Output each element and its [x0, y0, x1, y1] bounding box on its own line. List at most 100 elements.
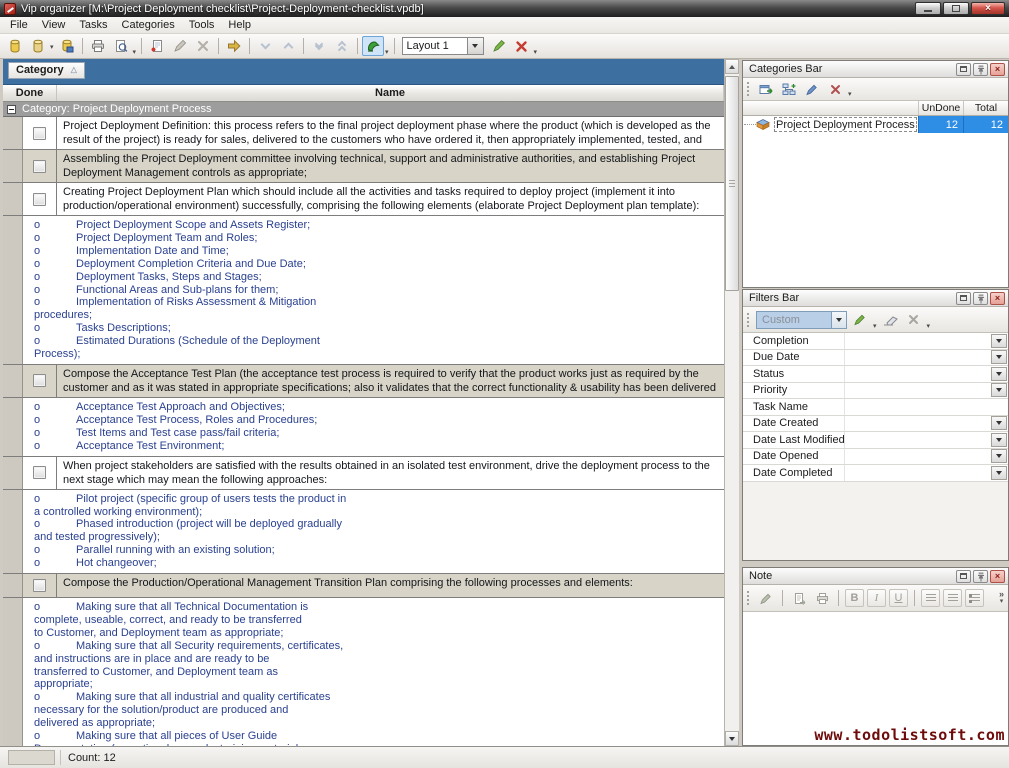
toolbar-grip[interactable] [747, 591, 749, 605]
move-to-top-button[interactable] [331, 36, 353, 56]
task-checkbox[interactable] [33, 466, 46, 479]
highlighter-button[interactable] [362, 36, 384, 56]
task-row[interactable]: When project stakeholders are satisfied … [3, 457, 724, 490]
filter-value[interactable] [845, 383, 991, 399]
categories-total-header[interactable]: Total [963, 101, 1008, 115]
panel-close-button[interactable]: × [990, 292, 1005, 305]
save-database-button[interactable] [56, 36, 78, 56]
filter-dropdown-button[interactable] [991, 416, 1007, 430]
add-category-button[interactable] [756, 80, 776, 98]
add-subcategory-button[interactable] [779, 80, 799, 98]
collapse-group-icon[interactable] [7, 105, 16, 114]
align-left-button[interactable] [921, 589, 940, 607]
move-up-button[interactable] [277, 36, 299, 56]
filter-value[interactable] [845, 449, 991, 465]
filter-value[interactable] [845, 350, 991, 366]
clear-filter-button[interactable] [881, 311, 901, 329]
delete-task-button[interactable] [192, 36, 214, 56]
menu-item-tasks[interactable]: Tasks [72, 18, 114, 33]
scroll-down-button[interactable] [725, 731, 739, 746]
edit-task-button[interactable] [169, 36, 191, 56]
menu-item-tools[interactable]: Tools [182, 18, 222, 33]
delete-category-button[interactable] [825, 80, 845, 98]
task-row[interactable]: Compose the Production/Operational Manag… [3, 574, 724, 598]
layout-combobox[interactable]: Layout 1 [402, 37, 484, 55]
menu-item-categories[interactable]: Categories [115, 18, 182, 33]
menu-item-help[interactable]: Help [221, 18, 258, 33]
apply-filter-dropdown[interactable]: ▾ [873, 322, 877, 330]
underline-button[interactable]: U [889, 589, 908, 607]
filter-preset-value[interactable]: Custom [756, 311, 832, 329]
task-checkbox[interactable] [33, 127, 46, 140]
toolbar-overflow[interactable]: ▾ [534, 48, 538, 56]
filter-dropdown-button[interactable] [991, 334, 1007, 348]
layout-combobox-dropdown[interactable] [468, 37, 484, 55]
task-row[interactable]: Project Deployment Definition: this proc… [3, 117, 724, 150]
layout-combobox-value[interactable]: Layout 1 [402, 37, 468, 55]
close-button[interactable]: × [971, 2, 1005, 15]
menu-item-view[interactable]: View [35, 18, 73, 33]
vertical-scrollbar[interactable] [724, 59, 739, 746]
task-row-bullets[interactable]: oProject Deployment Scope and Assets Reg… [3, 216, 724, 365]
filter-dropdown-button[interactable] [991, 367, 1007, 381]
column-header-done[interactable]: Done [3, 85, 57, 101]
note-editor-area[interactable]: www.todolistsoft.com [743, 612, 1008, 745]
panel-close-button[interactable]: × [990, 63, 1005, 76]
filter-preset-combobox[interactable]: Custom [756, 311, 847, 329]
note-toolbar-overflow[interactable]: »▾ [999, 591, 1004, 605]
task-row-bullets[interactable]: oMaking sure that all Technical Document… [3, 598, 724, 746]
filter-dropdown-button[interactable] [991, 466, 1007, 480]
apply-filter-button[interactable] [850, 311, 870, 329]
edit-note-button[interactable] [756, 589, 776, 607]
toolbar-grip[interactable] [747, 313, 749, 327]
maximize-button[interactable] [943, 2, 969, 15]
filter-dropdown-button[interactable] [991, 350, 1007, 364]
panel-close-button[interactable]: × [990, 570, 1005, 583]
panel-pin-button[interactable] [973, 570, 988, 583]
move-to-bottom-button[interactable] [308, 36, 330, 56]
filter-value[interactable] [845, 465, 991, 481]
panel-restore-button[interactable] [956, 292, 971, 305]
column-header-name[interactable]: Name [57, 85, 724, 101]
filter-dropdown-button[interactable] [991, 449, 1007, 463]
panel-restore-button[interactable] [956, 63, 971, 76]
category-tree-row[interactable]: Project Deployment Process 12 12 [743, 116, 1008, 133]
filter-value[interactable] [845, 399, 1008, 415]
task-checkbox[interactable] [33, 374, 46, 387]
new-task-button[interactable] [146, 36, 168, 56]
toolbar-grip[interactable] [747, 82, 749, 96]
filter-value[interactable] [845, 416, 991, 432]
filter-preset-dropdown[interactable] [832, 311, 847, 329]
filter-value[interactable] [845, 333, 991, 349]
task-checkbox[interactable] [33, 193, 46, 206]
group-by-category-button[interactable]: Category △ [8, 62, 85, 79]
filter-dropdown-button[interactable] [991, 433, 1007, 447]
task-row-bullets[interactable]: oPilot project (specific group of users … [3, 490, 724, 574]
task-row-bullets[interactable]: oAcceptance Test Approach and Objectives… [3, 398, 724, 457]
bold-button[interactable]: B [845, 589, 864, 607]
filter-value[interactable] [845, 432, 991, 448]
filters-toolbar-overflow[interactable]: ▾ [927, 322, 931, 330]
filter-dropdown-button[interactable] [991, 383, 1007, 397]
filter-value[interactable] [845, 366, 991, 382]
edit-category-button[interactable] [802, 80, 822, 98]
categories-toolbar-overflow[interactable]: ▾ [848, 90, 852, 98]
print-note-button[interactable] [812, 589, 832, 607]
new-database-button[interactable] [4, 36, 26, 56]
panel-pin-button[interactable] [973, 63, 988, 76]
menu-item-file[interactable]: File [3, 18, 35, 33]
task-row[interactable]: Assembling the Project Deployment commit… [3, 150, 724, 183]
italic-button[interactable]: I [867, 589, 886, 607]
print-button[interactable] [87, 36, 109, 56]
open-database-dropdown[interactable]: ▾ [50, 43, 54, 51]
delete-layout-button[interactable] [511, 36, 533, 56]
task-checkbox[interactable] [33, 579, 46, 592]
task-checkbox[interactable] [33, 160, 46, 173]
complete-task-button[interactable] [223, 36, 245, 56]
minimize-button[interactable] [915, 2, 941, 15]
panel-pin-button[interactable] [973, 292, 988, 305]
customize-layout-button[interactable] [488, 36, 510, 56]
scrollbar-thumb[interactable] [725, 76, 739, 291]
task-row[interactable]: Compose the Acceptance Test Plan (the ac… [3, 365, 724, 398]
print-group-overflow[interactable]: ▾ [133, 48, 137, 56]
